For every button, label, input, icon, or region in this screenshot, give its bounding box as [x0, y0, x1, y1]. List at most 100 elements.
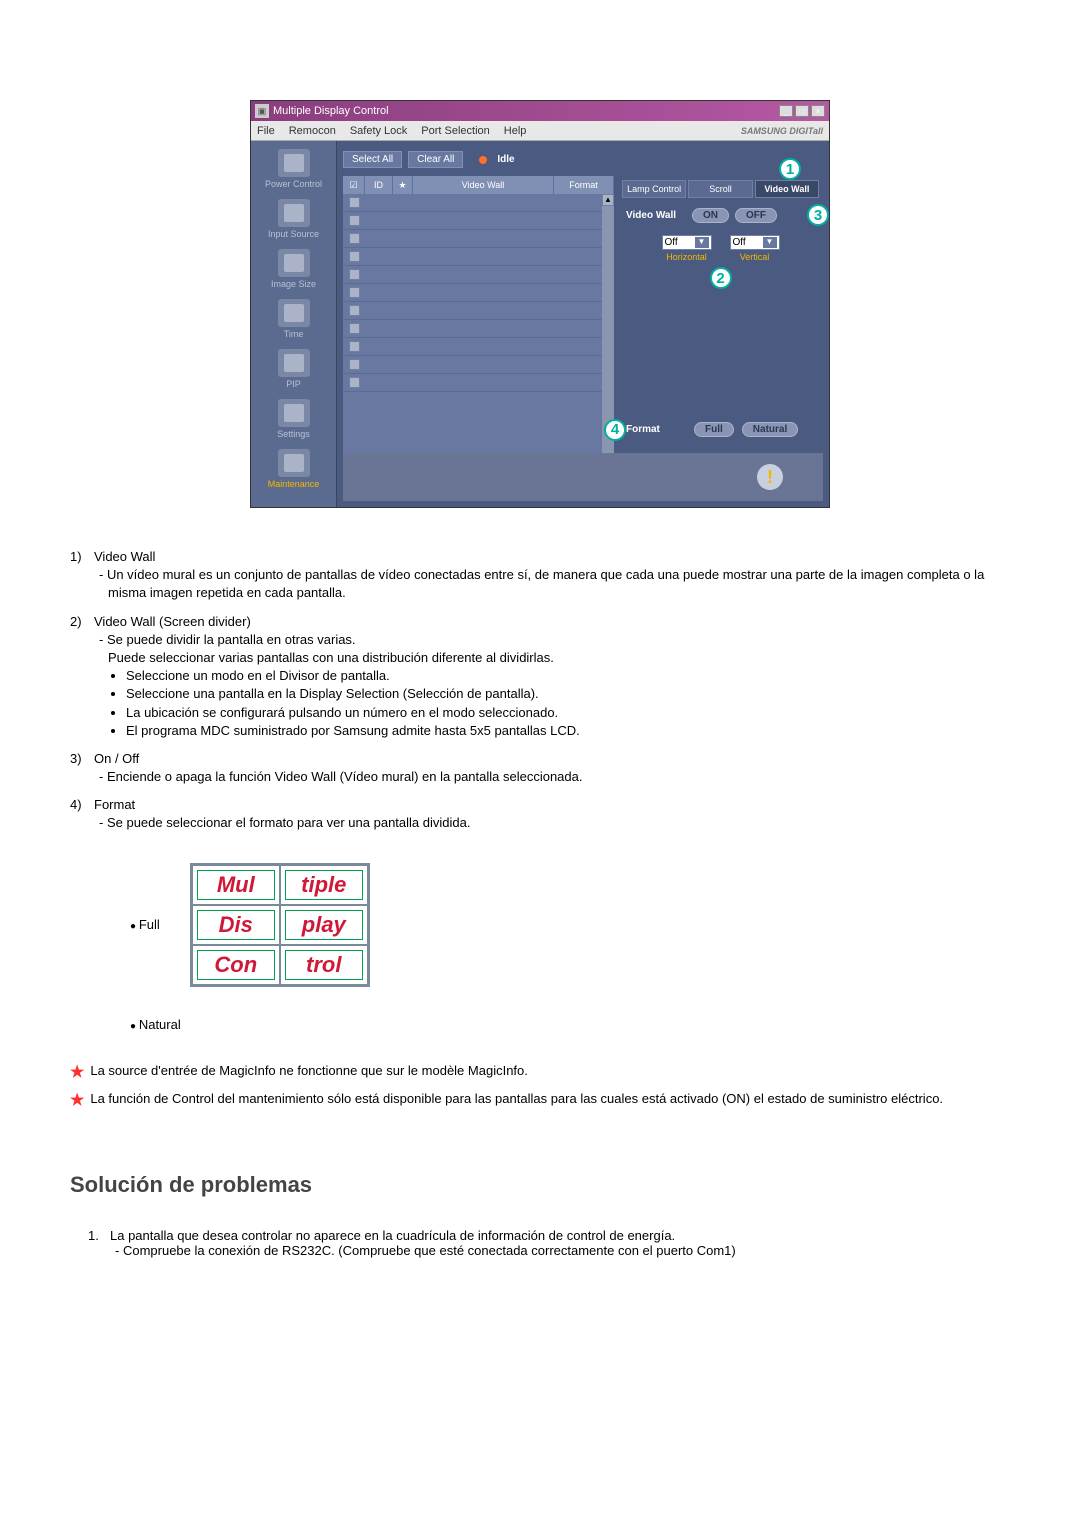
- maintenance-icon: [278, 449, 310, 477]
- app-body: Power Control Input Source Image Size Ti…: [251, 141, 829, 507]
- vertical-group: Off ▼ Vertical: [730, 235, 780, 262]
- video-wall-row: Video Wall ON OFF 3: [626, 208, 815, 223]
- app-footer: !: [343, 453, 823, 501]
- callout-4: 4: [604, 419, 626, 441]
- display-table: ☑ ID ★ Video Wall Format: [343, 176, 614, 453]
- th-id: ID: [365, 176, 393, 194]
- menu-safety-lock[interactable]: Safety Lock: [350, 125, 407, 137]
- row-checkbox[interactable]: [349, 233, 360, 244]
- desc-item-2: 2) Video Wall (Screen divider) Se puede …: [70, 613, 1010, 740]
- callout-3: 3: [807, 204, 829, 226]
- tab-lamp-control[interactable]: Lamp Control: [622, 180, 686, 198]
- scrollbar[interactable]: ▲: [602, 194, 614, 453]
- sidebar-time[interactable]: Time: [255, 299, 332, 339]
- content-row: ☑ ID ★ Video Wall Format: [343, 176, 823, 453]
- th-star: ★: [393, 176, 413, 194]
- table-row[interactable]: [343, 212, 614, 230]
- row-checkbox[interactable]: [349, 359, 360, 370]
- tab-video-wall[interactable]: Video Wall: [755, 180, 819, 198]
- sidebar-image-size[interactable]: Image Size: [255, 249, 332, 289]
- callout-1: 1: [779, 158, 801, 180]
- star-icon: ★: [70, 1062, 84, 1084]
- clear-all-button[interactable]: Clear All: [408, 151, 463, 168]
- idle-indicator-icon: [479, 156, 487, 164]
- notes: ★ La source d'entrée de MagicInfo ne fon…: [70, 1062, 1010, 1113]
- menu-file[interactable]: File: [257, 125, 275, 137]
- full-button[interactable]: Full: [694, 422, 734, 437]
- table-row[interactable]: [343, 338, 614, 356]
- sidebar-maintenance[interactable]: Maintenance: [255, 449, 332, 489]
- horizontal-select[interactable]: Off ▼: [662, 235, 712, 250]
- video-wall-label: Video Wall: [626, 210, 686, 221]
- vertical-select[interactable]: Off ▼: [730, 235, 780, 250]
- table-row[interactable]: [343, 284, 614, 302]
- sidebar-pip[interactable]: PIP: [255, 349, 332, 389]
- note-1: ★ La source d'entrée de MagicInfo ne fon…: [70, 1062, 1010, 1084]
- horizontal-label: Horizontal: [662, 252, 712, 262]
- warning-icon: !: [757, 464, 783, 490]
- ts-item-1: 1. La pantalla que desea controlar no ap…: [88, 1228, 736, 1258]
- row-checkbox[interactable]: [349, 323, 360, 334]
- row-checkbox[interactable]: [349, 197, 360, 208]
- table-row[interactable]: [343, 194, 614, 212]
- table-row[interactable]: [343, 266, 614, 284]
- sidebar-power-control[interactable]: Power Control: [255, 149, 332, 189]
- table-row[interactable]: [343, 230, 614, 248]
- window-title: Multiple Display Control: [273, 105, 389, 117]
- sidebar-input-source[interactable]: Input Source: [255, 199, 332, 239]
- format-example-natural: Natural: [70, 1017, 1010, 1032]
- main-area: Select All Clear All Idle ☑ ID ★ Video W…: [336, 141, 829, 507]
- table-row[interactable]: [343, 248, 614, 266]
- window-buttons: _ □ ×: [779, 105, 825, 117]
- th-check[interactable]: ☑: [343, 176, 365, 194]
- close-button[interactable]: ×: [811, 105, 825, 117]
- row-checkbox[interactable]: [349, 269, 360, 280]
- time-icon: [278, 299, 310, 327]
- image-size-icon: [278, 249, 310, 277]
- menu-help[interactable]: Help: [504, 125, 527, 137]
- select-all-button[interactable]: Select All: [343, 151, 402, 168]
- divider-selects: Off ▼ Horizontal Off ▼ Vertical: [626, 235, 815, 262]
- row-checkbox[interactable]: [349, 215, 360, 226]
- idle-label: Idle: [497, 154, 514, 165]
- minimize-button[interactable]: _: [779, 105, 793, 117]
- row-checkbox[interactable]: [349, 305, 360, 316]
- on-button[interactable]: ON: [692, 208, 729, 223]
- th-format: Format: [554, 176, 614, 194]
- row-checkbox[interactable]: [349, 341, 360, 352]
- desc-item-3: 3) On / Off Enciende o apaga la función …: [70, 750, 1010, 786]
- row-checkbox[interactable]: [349, 287, 360, 298]
- off-button[interactable]: OFF: [735, 208, 777, 223]
- sidebar: Power Control Input Source Image Size Ti…: [251, 141, 336, 507]
- maximize-button[interactable]: □: [795, 105, 809, 117]
- full-grid: Mul tiple Dis play Con trol: [190, 863, 370, 987]
- row-checkbox[interactable]: [349, 377, 360, 388]
- table-row[interactable]: [343, 374, 614, 392]
- table-row[interactable]: [343, 320, 614, 338]
- table-row[interactable]: [343, 356, 614, 374]
- vertical-label: Vertical: [730, 252, 780, 262]
- sidebar-settings[interactable]: Settings: [255, 399, 332, 439]
- menu-remocon[interactable]: Remocon: [289, 125, 336, 137]
- troubleshoot-list: 1. La pantalla que desea controlar no ap…: [70, 1228, 1010, 1258]
- menu-port-selection[interactable]: Port Selection: [421, 125, 489, 137]
- natural-button[interactable]: Natural: [742, 422, 798, 437]
- brand-logo: SAMSUNG DIGITall: [741, 126, 823, 136]
- input-icon: [278, 199, 310, 227]
- chevron-down-icon: ▼: [695, 237, 709, 248]
- table-row[interactable]: [343, 302, 614, 320]
- chevron-down-icon: ▼: [763, 237, 777, 248]
- row-checkbox[interactable]: [349, 251, 360, 262]
- tab-scroll[interactable]: Scroll: [688, 180, 752, 198]
- natural-label: Natural: [130, 1017, 181, 1032]
- toolbar: Select All Clear All Idle: [343, 147, 823, 176]
- table-header: ☑ ID ★ Video Wall Format: [343, 176, 614, 194]
- scroll-up-icon[interactable]: ▲: [602, 194, 614, 206]
- th-video-wall: Video Wall: [413, 176, 554, 194]
- horizontal-group: Off ▼ Horizontal: [662, 235, 712, 262]
- pip-icon: [278, 349, 310, 377]
- troubleshoot-heading: Solución de problemas: [70, 1172, 1010, 1198]
- desc-item-4: 4) Format Se puede seleccionar el format…: [70, 796, 1010, 832]
- note-2: ★ La función de Control del mantenimient…: [70, 1090, 1010, 1112]
- panel-tabs: Lamp Control Scroll Video Wall 1: [622, 180, 819, 198]
